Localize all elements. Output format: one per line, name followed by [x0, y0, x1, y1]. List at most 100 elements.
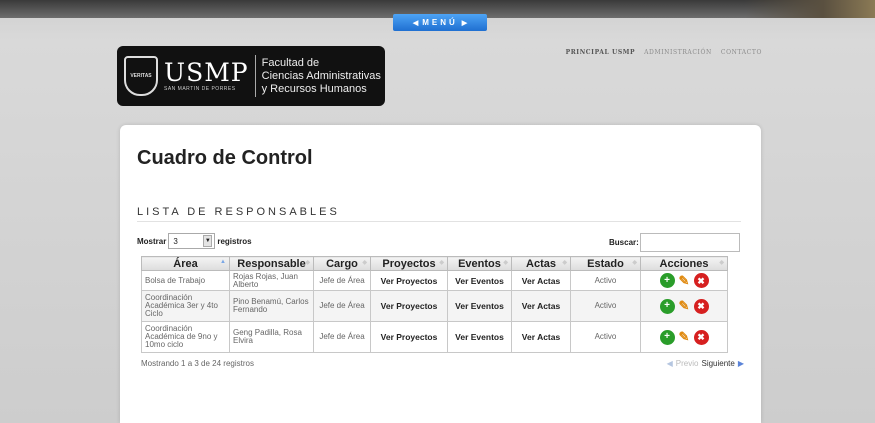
table-row: Coordinación Académica 3er y 4to Ciclo P…	[141, 290, 728, 322]
sort-icon: ◆	[719, 260, 724, 266]
add-icon[interactable]: +	[659, 298, 675, 314]
content-panel: Cuadro de Control LISTA DE RESPONSABLES …	[120, 125, 761, 423]
cell-responsable: Pino Benamú, Carlos Fernando	[229, 290, 314, 322]
cell-estado: Activo	[570, 270, 641, 291]
shield-icon: VERITAS	[124, 56, 158, 96]
add-icon[interactable]: +	[659, 329, 675, 345]
cell-cargo: Jefe de Área	[313, 270, 371, 291]
sort-icon: ◆	[439, 260, 444, 266]
column-header-estado[interactable]: Estado ◆	[570, 256, 641, 271]
cell-responsable: Geng Padilla, Rosa Elvira	[229, 321, 314, 353]
cell-area: Coordinación Académica 3er y 4to Ciclo	[141, 290, 230, 322]
add-icon[interactable]: +	[659, 273, 675, 288]
header-label: Eventos	[458, 257, 501, 270]
edit-pencil-icon[interactable]: ✎	[677, 330, 692, 345]
menu-button[interactable]: ◀ MENÚ ▶	[393, 14, 487, 31]
header-label: Área	[173, 257, 198, 270]
header-label: Cargo	[326, 257, 358, 270]
ver-actas-link[interactable]: Ver Actas	[511, 270, 571, 291]
search-control: Buscar:	[609, 233, 740, 252]
cell-acciones: + ✎ ✖	[640, 321, 728, 353]
shield-text: VERITAS	[130, 73, 152, 79]
sort-icon: ◆	[362, 260, 367, 266]
header-label: Proyectos	[382, 257, 436, 270]
search-label: Buscar:	[609, 238, 639, 247]
cell-acciones: + ✎ ✖	[640, 290, 728, 322]
header-label: Estado	[587, 257, 624, 270]
column-header-actas[interactable]: Actas ◆	[511, 256, 571, 271]
logo-divider	[254, 55, 256, 97]
next-arrow-icon: ▶	[737, 359, 744, 368]
top-navigation: PRINCIPAL USMP ADMINISTRACIÓN CONTACTO	[566, 49, 762, 56]
ver-proyectos-link[interactable]: Ver Proyectos	[370, 290, 448, 322]
search-input[interactable]	[639, 233, 740, 252]
ver-eventos-link[interactable]: Ver Eventos	[447, 270, 512, 291]
top-bar-decoration	[745, 0, 875, 18]
header-label: Actas	[526, 257, 556, 270]
header-label: Responsable	[237, 257, 306, 270]
nav-administracion[interactable]: ADMINISTRACIÓN	[644, 49, 712, 56]
sort-icon: ◆	[503, 260, 508, 266]
show-label: Mostrar	[137, 236, 167, 246]
next-button[interactable]: Siguiente	[701, 359, 734, 368]
records-label: registros	[217, 236, 252, 246]
pagination: ◀ Previo Siguiente ▶	[667, 359, 744, 368]
column-header-acciones[interactable]: Acciones ◆	[640, 256, 728, 271]
left-arrow-icon: ◀	[412, 19, 419, 27]
ver-proyectos-link[interactable]: Ver Proyectos	[370, 321, 448, 353]
chevron-down-icon: ▼	[203, 235, 213, 247]
cell-cargo: Jefe de Área	[313, 290, 371, 322]
ver-actas-link[interactable]: Ver Actas	[511, 321, 571, 353]
logo-wordmark: USMP SAN MARTIN DE PORRES	[164, 58, 249, 93]
responsables-table: Área ▲ Responsable ◆ Cargo ◆ Proyectos ◆ Eve…	[141, 256, 728, 353]
cell-estado: Activo	[570, 290, 641, 322]
section-title: LISTA DE RESPONSABLES	[137, 206, 340, 218]
delete-icon[interactable]: ✖	[693, 273, 709, 288]
right-arrow-icon: ▶	[461, 19, 468, 27]
section-divider	[137, 221, 741, 222]
table-row: Bolsa de Trabajo Rojas Rojas, Juan Alber…	[141, 270, 728, 291]
ver-actas-link[interactable]: Ver Actas	[511, 290, 571, 322]
table-header-row: Área ▲ Responsable ◆ Cargo ◆ Proyectos ◆ Eve…	[141, 256, 728, 271]
usmp-logo[interactable]: VERITAS USMP SAN MARTIN DE PORRES Facult…	[117, 46, 385, 106]
ver-proyectos-link[interactable]: Ver Proyectos	[370, 270, 448, 291]
previous-button[interactable]: Previo	[676, 359, 699, 368]
delete-icon[interactable]: ✖	[693, 329, 709, 345]
page-length-control: Mostrar 3 ▼ registros	[137, 233, 252, 249]
sort-icon: ◆	[305, 260, 310, 266]
sort-icon: ◆	[562, 260, 567, 266]
cell-acciones: + ✎ ✖	[640, 270, 728, 291]
faculty-line-2: Ciencias Administrativas	[261, 69, 381, 82]
cell-area: Coordinación Académica de 9no y 10mo cic…	[141, 321, 230, 353]
nav-contacto[interactable]: CONTACTO	[721, 49, 762, 56]
delete-icon[interactable]: ✖	[693, 298, 709, 314]
column-header-area[interactable]: Área ▲	[141, 256, 230, 271]
faculty-name: Facultad de Ciencias Administrativas y R…	[262, 57, 381, 96]
edit-pencil-icon[interactable]: ✎	[677, 273, 692, 288]
faculty-line-3: y Recursos Humanos	[261, 82, 367, 95]
edit-pencil-icon[interactable]: ✎	[677, 299, 692, 314]
header-label: Acciones	[659, 257, 709, 270]
page-title: Cuadro de Control	[137, 147, 313, 169]
cell-responsable: Rojas Rojas, Juan Alberto	[229, 270, 314, 291]
ver-eventos-link[interactable]: Ver Eventos	[447, 290, 512, 322]
sort-asc-icon: ▲	[220, 259, 226, 265]
column-header-proyectos[interactable]: Proyectos ◆	[370, 256, 448, 271]
ver-eventos-link[interactable]: Ver Eventos	[447, 321, 512, 353]
page-length-value: 3	[173, 236, 178, 246]
logo-subname: SAN MARTIN DE PORRES	[164, 86, 236, 92]
cell-cargo: Jefe de Área	[313, 321, 371, 353]
table-row: Coordinación Académica de 9no y 10mo cic…	[141, 321, 728, 353]
nav-principal-usmp[interactable]: PRINCIPAL USMP	[566, 49, 636, 56]
page-length-select[interactable]: 3 ▼	[168, 233, 216, 249]
cell-area: Bolsa de Trabajo	[141, 270, 230, 291]
cell-estado: Activo	[570, 321, 641, 353]
column-header-responsable[interactable]: Responsable ◆	[229, 256, 314, 271]
sort-icon: ◆	[632, 260, 637, 266]
logo-name: USMP	[164, 58, 249, 87]
previous-arrow-icon: ◀	[666, 359, 673, 368]
column-header-eventos[interactable]: Eventos ◆	[447, 256, 512, 271]
column-header-cargo[interactable]: Cargo ◆	[313, 256, 371, 271]
table-info: Mostrando 1 a 3 de 24 registros	[141, 359, 254, 368]
menu-label: MENÚ	[422, 18, 458, 27]
